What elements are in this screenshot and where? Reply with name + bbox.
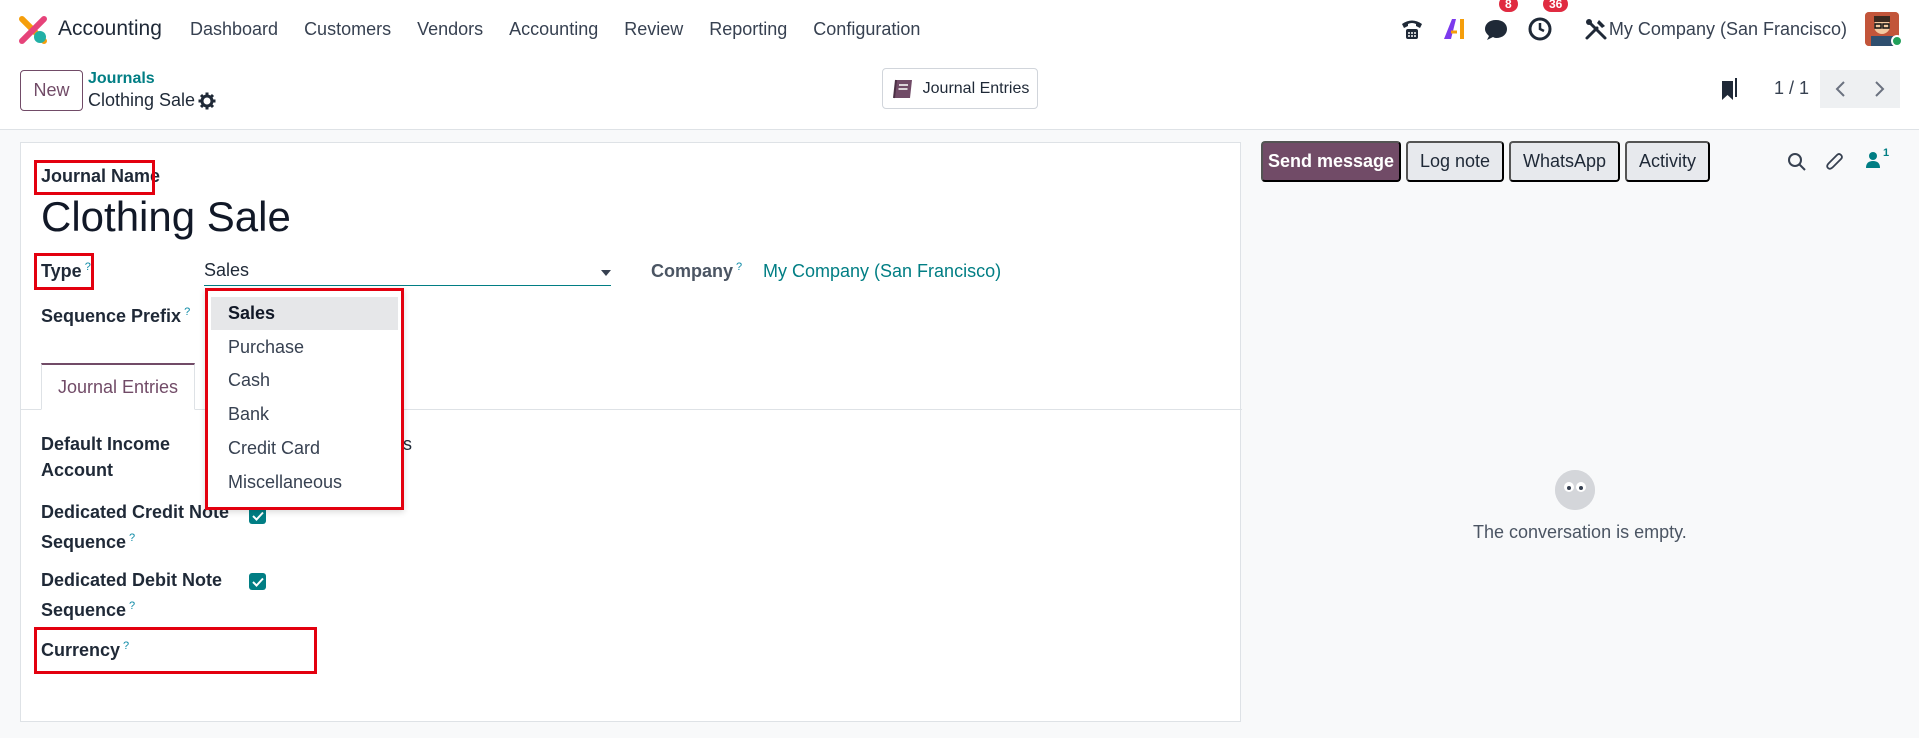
dropdown-option-credit-card[interactable]: Credit Card: [211, 432, 398, 465]
pager-next-button[interactable]: [1860, 70, 1900, 108]
help-icon[interactable]: ?: [129, 600, 135, 612]
dropdown-option-purchase[interactable]: Purchase: [211, 331, 398, 364]
followers-button[interactable]: 1: [1864, 147, 1894, 172]
new-button[interactable]: New: [20, 70, 83, 111]
default-income-account-label: Default Income Account: [41, 434, 171, 480]
dropdown-option-miscellaneous[interactable]: Miscellaneous: [211, 466, 398, 499]
control-panel: New Journals Clothing Sale Journal Entri…: [0, 58, 1919, 130]
log-note-button[interactable]: Log note: [1406, 141, 1504, 182]
phone-icon[interactable]: [1399, 16, 1425, 42]
pager-value[interactable]: 1 / 1: [1774, 78, 1809, 99]
checkmark-icon: [251, 511, 264, 521]
help-icon[interactable]: ?: [184, 306, 190, 318]
highlight-type: [34, 253, 94, 290]
book-icon: [892, 79, 912, 98]
tools-icon[interactable]: [1583, 16, 1609, 42]
company-field-link[interactable]: My Company (San Francisco): [763, 261, 1001, 282]
help-icon[interactable]: ?: [736, 261, 742, 273]
tab-journal-entries[interactable]: Journal Entries: [41, 363, 195, 410]
chevron-right-icon: [1875, 81, 1885, 97]
ai-icon[interactable]: [1441, 16, 1467, 42]
journal-entries-smart-button[interactable]: Journal Entries: [882, 68, 1038, 109]
debit-note-sequence-checkbox[interactable]: [249, 573, 266, 590]
menu-configuration[interactable]: Configuration: [813, 19, 920, 40]
empty-conversation-face-icon: [1555, 470, 1595, 510]
top-navbar: Accounting Dashboard Customers Vendors A…: [0, 0, 1919, 58]
dropdown-option-cash[interactable]: Cash: [211, 364, 398, 397]
caret-down-icon: [601, 270, 611, 276]
sequence-prefix-label: Sequence Prefix?: [41, 306, 191, 326]
app-name[interactable]: Accounting: [58, 17, 162, 41]
messages-badge: 8: [1499, 0, 1518, 12]
followers-count: 1: [1883, 147, 1890, 159]
search-icon[interactable]: [1787, 152, 1807, 172]
dropdown-option-bank[interactable]: Bank: [211, 398, 398, 431]
send-message-button[interactable]: Send message: [1261, 141, 1401, 182]
menu-review[interactable]: Review: [624, 19, 683, 40]
whatsapp-button[interactable]: WhatsApp: [1509, 141, 1620, 182]
dropdown-option-sales[interactable]: Sales: [211, 297, 398, 330]
highlight-journal-name: [34, 160, 155, 195]
breadcrumb-current: Clothing Sale: [88, 90, 196, 110]
follower-user-icon: [1866, 152, 1880, 168]
type-select[interactable]: Sales: [204, 256, 611, 286]
pager-previous-button[interactable]: [1820, 70, 1860, 108]
company-switcher[interactable]: My Company (San Francisco): [1609, 19, 1847, 40]
default-income-account-value[interactable]: s: [403, 434, 412, 455]
menu-reporting[interactable]: Reporting: [709, 19, 787, 40]
company-label: Company?: [651, 261, 743, 281]
paperclip-icon[interactable]: [1825, 152, 1845, 172]
credit-note-sequence-label: Dedicated Credit Note Sequence?: [41, 502, 230, 552]
journal-name-input[interactable]: Clothing Sale: [41, 193, 291, 241]
type-select-value: Sales: [204, 260, 250, 280]
journal-entries-label: Journal Entries: [922, 79, 1030, 97]
menu-vendors[interactable]: Vendors: [417, 19, 483, 40]
accounting-app-icon[interactable]: [19, 16, 47, 44]
menu-dashboard[interactable]: Dashboard: [190, 19, 278, 40]
activities-clock-icon[interactable]: [1527, 16, 1553, 42]
type-dropdown-menu: Sales Purchase Cash Bank Credit Card Mis…: [205, 288, 404, 510]
main-menu: Dashboard Customers Vendors Accounting R…: [190, 19, 946, 40]
menu-accounting[interactable]: Accounting: [509, 19, 598, 40]
bookmark-icon[interactable]: [1719, 78, 1739, 102]
activity-button[interactable]: Activity: [1625, 141, 1710, 182]
empty-conversation-text: The conversation is empty.: [1473, 522, 1687, 542]
menu-customers[interactable]: Customers: [304, 19, 391, 40]
online-status-dot: [1891, 35, 1903, 47]
activities-badge: 36: [1543, 0, 1569, 12]
gear-icon[interactable]: [198, 92, 216, 110]
messages-icon[interactable]: [1483, 16, 1509, 42]
checkmark-icon: [251, 577, 264, 587]
chevron-left-icon: [1835, 81, 1845, 97]
breadcrumb-journals[interactable]: Journals: [88, 70, 155, 88]
debit-note-sequence-label: Dedicated Debit Note Sequence?: [41, 570, 223, 620]
highlight-currency: [34, 627, 317, 674]
help-icon[interactable]: ?: [129, 532, 135, 544]
